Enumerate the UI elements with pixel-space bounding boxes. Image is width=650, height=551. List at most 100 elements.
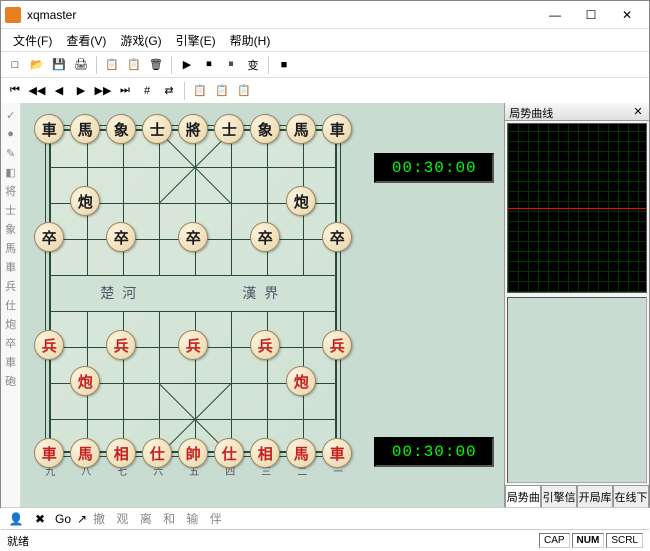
piece-black-車-0[interactable]: 車 — [34, 114, 64, 144]
maximize-button[interactable]: ☐ — [573, 3, 609, 27]
piece-black-卒-15[interactable]: 卒 — [322, 222, 352, 252]
left-item-14[interactable]: 砲 — [3, 373, 19, 389]
piece-black-象-2[interactable]: 象 — [106, 114, 136, 144]
left-item-12[interactable]: 卒 — [3, 335, 19, 351]
piece-red-仕-28[interactable]: 仕 — [214, 438, 244, 468]
piece-black-炮-10[interactable]: 炮 — [286, 186, 316, 216]
tb2-btn-2[interactable]: ◀ — [49, 81, 69, 101]
pointer-icon[interactable]: ↗ — [77, 512, 87, 526]
tab-online[interactable]: 在线下 — [613, 485, 649, 507]
tb1-btn-2[interactable]: 💾 — [49, 55, 69, 75]
piece-black-車-8[interactable]: 車 — [322, 114, 352, 144]
right-panel: 局势曲线 ✕ 局势曲引擎信开局库在线下 — [504, 103, 649, 507]
status-num: NUM — [572, 533, 605, 548]
piece-black-卒-12[interactable]: 卒 — [106, 222, 136, 252]
tab-opening[interactable]: 开局库 — [577, 485, 613, 507]
river: 楚河 漢界 — [51, 275, 335, 311]
tb1-btn-9[interactable]: ▶ — [177, 55, 197, 75]
tb2-btn-1[interactable]: ◀◀ — [27, 81, 47, 101]
piece-black-卒-14[interactable]: 卒 — [250, 222, 280, 252]
minimize-button[interactable]: — — [537, 3, 573, 27]
piece-red-兵-16[interactable]: 兵 — [34, 330, 64, 360]
piece-red-相-25[interactable]: 相 — [106, 438, 136, 468]
menu-help[interactable]: 帮助(H) — [224, 30, 277, 51]
left-item-7[interactable]: 馬 — [3, 240, 19, 256]
left-item-0[interactable]: ✓ — [3, 107, 19, 123]
tb2-btn-3[interactable]: ▶ — [71, 81, 91, 101]
river-han: 漢界 — [242, 283, 286, 303]
piece-red-車-31[interactable]: 車 — [322, 438, 352, 468]
left-item-10[interactable]: 仕 — [3, 297, 19, 313]
tb2-btn-9[interactable]: 📋 — [190, 81, 210, 101]
tb1-btn-11[interactable]: ⏸ — [221, 55, 241, 75]
piece-black-將-4[interactable]: 將 — [178, 114, 208, 144]
tb1-btn-12[interactable]: 变 — [243, 55, 263, 75]
left-item-9[interactable]: 兵 — [3, 278, 19, 294]
piece-red-仕-26[interactable]: 仕 — [142, 438, 172, 468]
tb2-btn-7[interactable]: ⇄ — [159, 81, 179, 101]
tab-engine[interactable]: 引擎信 — [541, 485, 577, 507]
piece-black-士-5[interactable]: 士 — [214, 114, 244, 144]
menu-file[interactable]: 文件(F) — [7, 30, 58, 51]
piece-black-士-3[interactable]: 士 — [142, 114, 172, 144]
tb1-btn-1[interactable]: 📂 — [27, 55, 47, 75]
window-title: xqmaster — [27, 8, 537, 22]
left-item-1[interactable]: ● — [3, 126, 19, 142]
tb1-btn-3[interactable]: 🖨 — [71, 55, 91, 75]
left-item-8[interactable]: 車 — [3, 259, 19, 275]
xiangqi-board[interactable]: 楚河 漢界 — [49, 129, 337, 453]
menu-view[interactable]: 查看(V) — [60, 30, 112, 51]
left-toolbar: ✓●✎◧将士象馬車兵仕炮卒車砲 — [1, 103, 21, 507]
left-item-3[interactable]: ◧ — [3, 164, 19, 180]
piece-black-象-6[interactable]: 象 — [250, 114, 280, 144]
piece-black-卒-13[interactable]: 卒 — [178, 222, 208, 252]
piece-red-兵-17[interactable]: 兵 — [106, 330, 136, 360]
piece-black-馬-1[interactable]: 馬 — [70, 114, 100, 144]
close-button[interactable]: ✕ — [609, 3, 645, 27]
menu-game[interactable]: 游戏(G) — [114, 30, 167, 51]
user-icon[interactable]: 👤 — [7, 510, 25, 528]
status-ready: 就绪 — [7, 533, 29, 549]
menubar: 文件(F)查看(V)游戏(G)引擎(E)帮助(H) — [1, 29, 649, 51]
menu-engine[interactable]: 引擎(E) — [170, 30, 222, 51]
piece-red-兵-19[interactable]: 兵 — [250, 330, 280, 360]
piece-red-車-23[interactable]: 車 — [34, 438, 64, 468]
left-item-5[interactable]: 士 — [3, 202, 19, 218]
piece-red-馬-30[interactable]: 馬 — [286, 438, 316, 468]
tb1-btn-6[interactable]: 📋 — [124, 55, 144, 75]
left-item-2[interactable]: ✎ — [3, 145, 19, 161]
left-item-6[interactable]: 象 — [3, 221, 19, 237]
piece-red-炮-22[interactable]: 炮 — [286, 366, 316, 396]
panel-tabs: 局势曲引擎信开局库在线下 — [505, 485, 649, 507]
tb1-btn-5[interactable]: 📋 — [102, 55, 122, 75]
piece-red-相-29[interactable]: 相 — [250, 438, 280, 468]
panel-close-icon[interactable]: ✕ — [631, 105, 645, 118]
tb1-btn-14[interactable]: ■ — [274, 55, 294, 75]
tb2-btn-5[interactable]: ⏭ — [115, 81, 135, 101]
piece-red-炮-21[interactable]: 炮 — [70, 366, 100, 396]
piece-red-馬-24[interactable]: 馬 — [70, 438, 100, 468]
tb2-btn-10[interactable]: 📋 — [212, 81, 232, 101]
tb1-btn-10[interactable]: ⏹ — [199, 55, 219, 75]
panel-title: 局势曲线 — [509, 105, 553, 118]
tb2-btn-4[interactable]: ▶▶ — [93, 81, 113, 101]
tb1-btn-7[interactable]: 🗑 — [146, 55, 166, 75]
tb2-btn-6[interactable]: # — [137, 81, 157, 101]
piece-red-帥-27[interactable]: 帥 — [178, 438, 208, 468]
tb2-btn-11[interactable]: 📋 — [234, 81, 254, 101]
left-item-4[interactable]: 将 — [3, 183, 19, 199]
piece-red-兵-18[interactable]: 兵 — [178, 330, 208, 360]
action-buttons[interactable]: 撤 观 离 和 输 伴 — [93, 510, 226, 527]
go-label[interactable]: Go — [55, 512, 71, 526]
piece-black-卒-11[interactable]: 卒 — [34, 222, 64, 252]
piece-black-馬-7[interactable]: 馬 — [286, 114, 316, 144]
piece-red-兵-20[interactable]: 兵 — [322, 330, 352, 360]
tab-curve[interactable]: 局势曲 — [505, 485, 541, 507]
piece-black-炮-9[interactable]: 炮 — [70, 186, 100, 216]
left-item-11[interactable]: 炮 — [3, 316, 19, 332]
left-item-13[interactable]: 車 — [3, 354, 19, 370]
graph-baseline — [508, 208, 646, 209]
tools-icon[interactable]: ✖ — [31, 510, 49, 528]
tb2-btn-0[interactable]: ⏮ — [5, 81, 25, 101]
tb1-btn-0[interactable]: □ — [5, 55, 25, 75]
